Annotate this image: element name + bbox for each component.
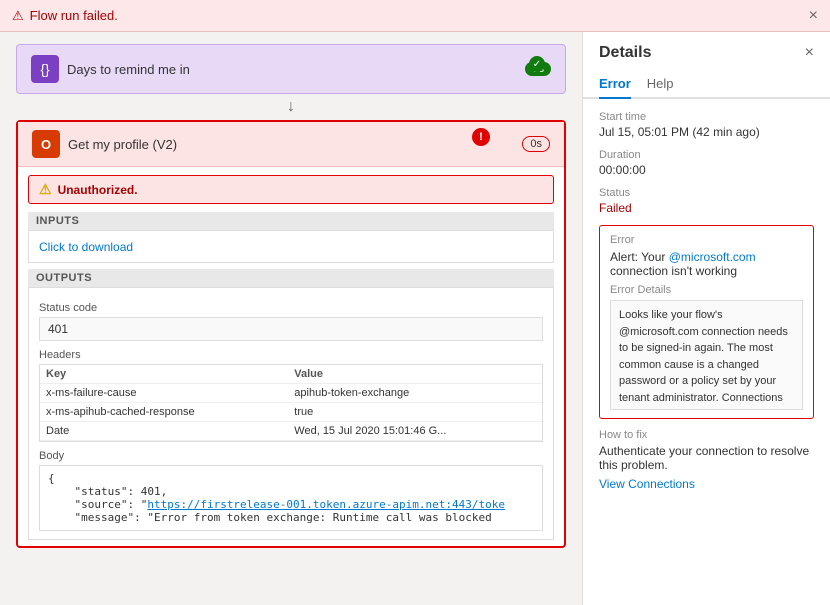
right-panel-header: Details × — [583, 32, 830, 70]
left-panel: {} Days to remind me in ✓ 0s ↓ O Get my … — [0, 32, 582, 605]
error-alert-text: Alert: Your — [610, 250, 665, 264]
outputs-title: OUTPUTS — [28, 269, 554, 287]
headers-table: Key Value x-ms-failure-causeapihub-token… — [40, 365, 542, 441]
inputs-title: INPUTS — [28, 212, 554, 230]
headers-col-key: Key — [40, 365, 288, 384]
status-row: Status Failed — [599, 187, 814, 215]
header-key-cell: x-ms-failure-cause — [40, 384, 288, 403]
step-profile-header: O Get my profile (V2) ! 0s — [18, 122, 564, 167]
table-row: DateWed, 15 Jul 2020 15:01:46 G... — [40, 422, 542, 441]
headers-label: Headers — [39, 349, 543, 361]
step-profile-label: Get my profile (V2) — [68, 137, 177, 152]
office-icon: O — [32, 130, 60, 158]
body-line-4: "message": "Error from token exchange: R… — [48, 511, 534, 524]
error-alert-suffix: connection isn't working — [610, 264, 737, 278]
click-download-link[interactable]: Click to download — [39, 240, 133, 254]
unauthorized-bar: ⚠ Unauthorized. — [28, 175, 554, 204]
connector-arrow: ↓ — [16, 98, 566, 116]
top-bar-message-area: ⚠ Flow run failed. — [12, 8, 118, 24]
duration-label: Duration — [599, 149, 814, 161]
duration-value: 00:00:00 — [599, 163, 814, 177]
start-time-label: Start time — [599, 111, 814, 123]
office-icon-symbol: O — [41, 137, 51, 152]
remind-icon-symbol: {} — [40, 61, 49, 77]
how-to-fix-text: Authenticate your connection to resolve … — [599, 444, 814, 472]
start-time-row: Start time Jul 15, 05:01 PM (42 min ago) — [599, 111, 814, 139]
step-remind-left: {} Days to remind me in — [31, 55, 190, 83]
warn-icon: ⚠ — [39, 181, 52, 198]
unauthorized-label: Unauthorized. — [58, 183, 138, 197]
table-row: x-ms-apihub-cached-responsetrue — [40, 403, 542, 422]
tab-error[interactable]: Error — [599, 70, 631, 99]
tab-help[interactable]: Help — [647, 70, 674, 99]
step-remind-label: Days to remind me in — [67, 62, 190, 77]
step-remind[interactable]: {} Days to remind me in ✓ 0s — [16, 44, 566, 94]
step-profile[interactable]: O Get my profile (V2) ! 0s ⚠ Unauthorize… — [16, 120, 566, 548]
body-line-3: "source": "https://firstrelease-001.toke… — [48, 498, 534, 511]
status-code-value: 401 — [39, 317, 543, 341]
header-value-cell: true — [288, 403, 542, 422]
start-time-value: Jul 15, 05:01 PM (42 min ago) — [599, 125, 814, 139]
body-label: Body — [39, 450, 543, 462]
headers-col-value: Value — [288, 365, 542, 384]
step-remind-icon: {} — [31, 55, 59, 83]
step-profile-duration: 0s — [522, 136, 550, 152]
status-label: Status — [599, 187, 814, 199]
top-bar-message: Flow run failed. — [30, 8, 118, 23]
duration-row: Duration 00:00:00 — [599, 149, 814, 177]
status-code-label: Status code — [39, 302, 543, 314]
error-section-title: Error — [610, 234, 803, 246]
error-details-box[interactable]: Looks like your flow's @microsoft.com co… — [610, 300, 803, 410]
error-icon: ⚠ — [12, 8, 24, 24]
right-panel-close-button[interactable]: × — [805, 44, 814, 62]
header-value-cell: apihub-token-exchange — [288, 384, 542, 403]
how-to-fix-label: How to fix — [599, 429, 814, 441]
error-alert: Alert: Your @microsoft.com connection is… — [610, 250, 803, 278]
inputs-body: Click to download — [28, 230, 554, 263]
headers-scroll[interactable]: Key Value x-ms-failure-causeapihub-token… — [39, 364, 543, 442]
body-source-link[interactable]: https://firstrelease-001.token.azure-api… — [147, 498, 505, 511]
step-profile-header-left: O Get my profile (V2) — [32, 130, 177, 158]
top-bar: ⚠ Flow run failed. × — [0, 0, 830, 32]
details-content: Start time Jul 15, 05:01 PM (42 min ago)… — [583, 99, 830, 605]
error-details-title: Error Details — [610, 284, 803, 296]
header-key-cell: Date — [40, 422, 288, 441]
right-panel: Details × Error Help Start time Jul 15, … — [582, 32, 830, 605]
error-email: @microsoft.com — [669, 250, 756, 264]
status-value: Failed — [599, 201, 814, 215]
outputs-section: OUTPUTS Status code 401 Headers Key Valu… — [28, 269, 554, 540]
error-badge: ! — [472, 128, 490, 146]
body-line-1: { — [48, 472, 534, 485]
header-key-cell: x-ms-apihub-cached-response — [40, 403, 288, 422]
body-content[interactable]: { "status": 401, "source": "https://firs… — [39, 465, 543, 531]
table-row: x-ms-failure-causeapihub-token-exchange — [40, 384, 542, 403]
inputs-section: INPUTS Click to download — [28, 212, 554, 263]
outputs-body: Status code 401 Headers Key Value — [28, 287, 554, 540]
how-to-fix-section: How to fix Authenticate your connection … — [599, 429, 814, 491]
main-content: {} Days to remind me in ✓ 0s ↓ O Get my … — [0, 32, 830, 605]
view-connections-link[interactable]: View Connections — [599, 477, 695, 491]
success-badge: ✓ — [529, 56, 545, 72]
tabs: Error Help — [583, 70, 830, 99]
error-section: Error Alert: Your @microsoft.com connect… — [599, 225, 814, 419]
body-line-2: "status": 401, — [48, 485, 534, 498]
header-value-cell: Wed, 15 Jul 2020 15:01:46 G... — [288, 422, 542, 441]
top-bar-close-button[interactable]: × — [809, 8, 818, 24]
right-panel-title: Details — [599, 44, 651, 62]
